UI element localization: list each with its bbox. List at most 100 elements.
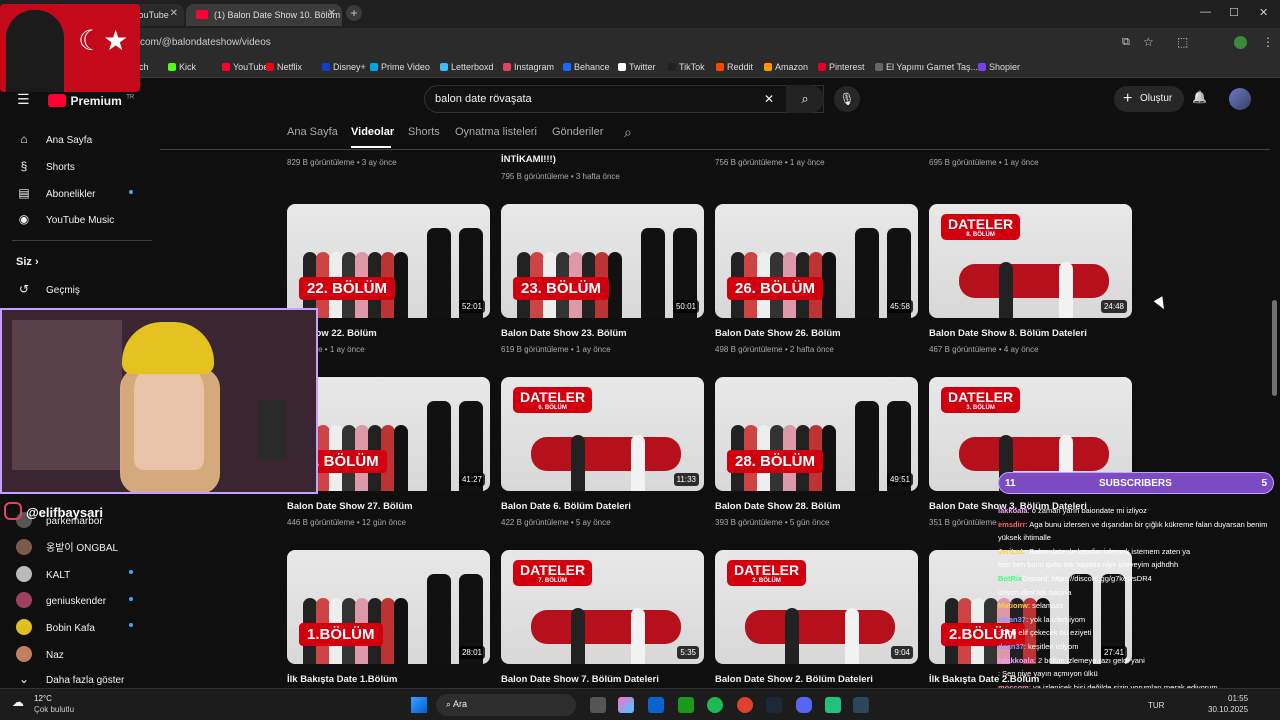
video-thumbnail[interactable]: 23. BÖLÜM 50:01 xyxy=(501,204,704,318)
create-button[interactable]: + Oluştur xyxy=(1114,86,1184,112)
video-thumbnail[interactable]: 22. BÖLÜM 52:01 xyxy=(287,204,490,318)
xbox-icon[interactable] xyxy=(678,697,694,713)
video-title[interactable]: Balon Date Show 26. Bölüm xyxy=(715,328,841,339)
sidebar-channel[interactable]: geniuskender xyxy=(16,592,106,608)
episode-badge: DATELER 3. BÖLÜM xyxy=(941,387,1021,413)
bookmark-item[interactable]: YouTube xyxy=(222,62,268,72)
tab-shorts[interactable]: Shorts xyxy=(408,126,440,138)
video-title[interactable]: Balon Date Show 2. Bölüm Dateleri xyxy=(715,674,873,685)
bookmark-item[interactable]: Behance xyxy=(563,62,610,72)
bell-icon[interactable]: 🔔 xyxy=(1192,90,1207,104)
sidebar-item-history[interactable]: ↺ Geçmiş xyxy=(16,282,80,296)
app-icon[interactable] xyxy=(825,697,841,713)
video-thumbnail[interactable]: 28. BÖLÜM 49:51 xyxy=(715,377,918,491)
steam-icon[interactable] xyxy=(766,697,782,713)
profile-avatar[interactable] xyxy=(1234,36,1247,49)
star-icon[interactable]: ☆ xyxy=(1143,35,1154,49)
video-thumbnail[interactable]: 1.BÖLÜM 28:01 xyxy=(287,550,490,664)
bookmark-item[interactable]: Prime Video xyxy=(370,62,430,72)
video-title[interactable]: Balon Date 6. Bölüm Dateleri xyxy=(501,501,631,512)
video-duration: 52:01 xyxy=(458,300,485,313)
sidebar-channel[interactable]: KALT xyxy=(16,566,70,582)
taskbar-search[interactable]: ⌕ Ara xyxy=(436,694,576,716)
channel-search-icon[interactable]: ⌕ xyxy=(624,124,632,141)
video-thumbnail[interactable]: DATELER 2. BÖLÜM 9:04 xyxy=(715,550,918,664)
clear-search-icon[interactable]: ✕ xyxy=(764,92,774,106)
bookmark-item[interactable]: Pinterest xyxy=(818,62,865,72)
bookmark-item[interactable]: Disney+ xyxy=(322,62,366,72)
bookmark-favicon-icon xyxy=(563,63,571,71)
sidebar-item-label: Abonelikler xyxy=(46,189,96,200)
weather-temp[interactable]: 12°C xyxy=(34,694,52,703)
outlook-icon[interactable] xyxy=(648,697,664,713)
url-field[interactable]: com/@balondateshow/videos xyxy=(140,37,271,48)
bookmark-item[interactable]: Letterboxd xyxy=(440,62,494,72)
voice-search-icon[interactable]: 🎙 xyxy=(834,86,860,112)
video-thumbnail[interactable]: DATELER 8. BÖLÜM 24:48 xyxy=(929,204,1132,318)
spotify-icon[interactable] xyxy=(707,697,723,713)
tab-posts[interactable]: Gönderiler xyxy=(552,126,603,138)
close-window-button[interactable]: ✕ xyxy=(1259,6,1268,19)
sidebar-item-shorts[interactable]: § Shorts xyxy=(16,159,75,173)
tray-lang[interactable]: TUR xyxy=(1148,700,1164,711)
bookmark-item[interactable]: Shopier xyxy=(978,62,1020,72)
sidebar-item-music[interactable]: ◉ YouTube Music xyxy=(16,212,114,226)
browser-tab-2[interactable]: (1) Balon Date Show 10. Bölüm ✕ xyxy=(186,4,342,26)
channel-name: Naz xyxy=(46,650,64,661)
video-meta: 422 B görüntüleme • 5 ay önce xyxy=(501,518,611,527)
sidebar-channel[interactable]: Naz xyxy=(16,646,64,662)
video-title[interactable]: Balon Date Show 23. Bölüm xyxy=(501,328,627,339)
bookmark-item[interactable]: Instagram xyxy=(503,62,554,72)
subscribers-bar: 11 SUBSCRIBERS 5 xyxy=(998,472,1274,494)
minimize-button[interactable]: — xyxy=(1200,6,1211,18)
bookmark-item[interactable]: El Yapımı Garnet Taş... xyxy=(875,62,978,72)
video-title[interactable]: Balon Date Show 27. Bölüm xyxy=(287,501,413,512)
tab-videos[interactable]: Videolar xyxy=(351,126,394,138)
video-title[interactable]: Balon Date Show 8. Bölüm Dateleri xyxy=(929,328,1087,339)
tab-playlists[interactable]: Oynatma listeleri xyxy=(455,126,537,138)
sidebar-section-you[interactable]: Siz › xyxy=(16,256,39,268)
maximize-button[interactable]: ☐ xyxy=(1229,6,1239,19)
bookmark-item[interactable]: Amazon xyxy=(764,62,808,72)
video-title[interactable]: İNTİKAMI!!!) xyxy=(501,154,556,165)
hamburger-menu-icon[interactable]: ☰ xyxy=(17,91,30,108)
bookmark-item[interactable]: TikTok xyxy=(668,62,705,72)
chrome-icon[interactable] xyxy=(737,697,753,713)
video-title[interactable]: Balon Date Show 28. Bölüm xyxy=(715,501,841,512)
page-scrollbar[interactable] xyxy=(1272,300,1277,396)
video-title[interactable]: Balon Date Show 7. Bölüm Dateleri xyxy=(501,674,659,685)
episode-badge-sub: 2. BÖLÜM xyxy=(752,578,781,584)
extensions-icon[interactable]: ⬚ xyxy=(1177,35,1188,49)
bookmark-item[interactable]: Reddit xyxy=(716,62,753,72)
video-title[interactable]: İlk Bakışta Date 1.Bölüm xyxy=(287,674,397,685)
new-tab-button[interactable]: + xyxy=(346,5,362,21)
sidebar-item-subscriptions[interactable]: ▤ Abonelikler xyxy=(16,186,95,200)
video-thumbnail[interactable]: 26. BÖLÜM 45:58 xyxy=(715,204,918,318)
task-view-icon[interactable] xyxy=(590,697,606,713)
tab-home[interactable]: Ana Sayfa xyxy=(287,126,338,138)
close-tab-icon[interactable]: ✕ xyxy=(328,8,336,19)
video-thumbnail[interactable]: DATELER 7. BÖLÜM 5:35 xyxy=(501,550,704,664)
start-button[interactable] xyxy=(411,697,427,713)
sidebar-channel[interactable]: Bobin Kafa xyxy=(16,619,95,635)
copilot-icon[interactable] xyxy=(618,697,634,713)
bookmark-item[interactable]: Twitter xyxy=(618,62,656,72)
install-icon[interactable]: ⧉ xyxy=(1122,36,1130,49)
sidebar-item-home[interactable]: ⌂ Ana Sayfa xyxy=(16,132,92,146)
bookmark-label: TikTok xyxy=(679,62,705,72)
steam-icon-2[interactable] xyxy=(853,697,869,713)
discord-icon[interactable] xyxy=(796,697,812,713)
menu-icon[interactable]: ⋮ xyxy=(1262,35,1274,49)
bookmark-label: Behance xyxy=(574,62,610,72)
close-tab-icon[interactable]: ✕ xyxy=(170,8,178,19)
show-more-button[interactable]: ⌄ Daha fazla göster xyxy=(16,672,124,686)
video-thumbnail[interactable]: DATELER 6. BÖLÜM 11:33 xyxy=(501,377,704,491)
mouse-cursor xyxy=(1153,296,1169,312)
search-button[interactable]: ⌕ xyxy=(786,85,824,113)
bookmark-item[interactable]: Kick xyxy=(168,62,196,72)
account-avatar[interactable] xyxy=(1229,88,1251,110)
youtube-logo[interactable]: Premium TR xyxy=(48,92,134,110)
sidebar-channel[interactable]: 옹밭이 ONGBAL xyxy=(16,539,118,555)
tray-clock[interactable]: 01:55 30.10.2025 xyxy=(1208,693,1248,715)
bookmark-item[interactable]: Netflix xyxy=(266,62,302,72)
